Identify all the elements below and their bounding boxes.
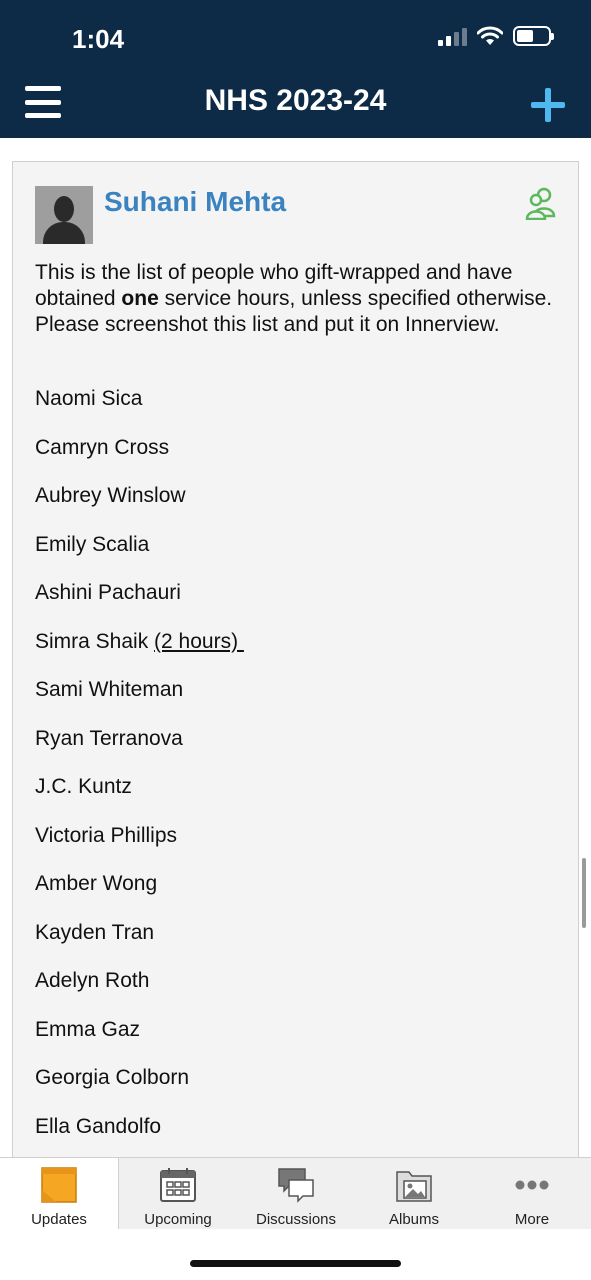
list-item-name: Sami Whiteman	[35, 678, 184, 701]
list-item: Kayden Tran	[35, 921, 565, 970]
list-item-name: Ella Gandolfo	[35, 1114, 162, 1138]
more-dots-icon	[515, 1180, 549, 1190]
scrollbar[interactable]	[582, 858, 586, 928]
list-item-name: Emily Scalia	[35, 532, 150, 556]
volunteer-list: Naomi Sica Camryn Cross Aubrey Winslow E…	[35, 387, 565, 1163]
list-item: Adelyn Roth	[35, 969, 565, 1018]
home-indicator[interactable]	[190, 1260, 401, 1267]
list-item-name: Aubrey Winslow	[35, 484, 186, 507]
list-item-name: Ryan Terranova	[35, 726, 183, 750]
add-post-button[interactable]	[531, 88, 565, 122]
tab-discussions[interactable]: Discussions	[237, 1158, 355, 1229]
status-time: 1:04	[72, 24, 125, 54]
post-body: This is the list of people who gift-wrap…	[35, 260, 565, 338]
tab-label: More	[514, 1211, 550, 1228]
wifi-icon	[477, 26, 503, 45]
list-item-name: Naomi Sica	[35, 387, 143, 410]
list-item: Aubrey Winslow	[35, 484, 565, 533]
list-item-name: Amber Wong	[35, 872, 158, 895]
list-item-name: Simra Shaik	[35, 629, 155, 653]
cellular-signal-icon	[438, 26, 467, 46]
tab-label: Updates	[31, 1211, 87, 1228]
bottom-tab-bar: Updates Upcoming Discussions Albums More	[0, 1157, 591, 1229]
tab-label: Albums	[388, 1211, 440, 1228]
tab-label: Discussions	[255, 1211, 337, 1228]
list-item: Camryn Cross	[35, 436, 565, 485]
top-app-bar: 1:04 NHS 2023-24	[0, 0, 591, 138]
list-item-name: Camryn Cross	[35, 435, 170, 459]
list-item-name: Emma Gaz	[35, 1017, 141, 1041]
page-title: NHS 2023-24	[204, 84, 387, 117]
calendar-icon	[160, 1168, 196, 1202]
chat-bubbles-icon	[278, 1168, 314, 1203]
list-item-name: Adelyn Roth	[35, 969, 150, 992]
list-item: Emma Gaz	[35, 1018, 565, 1067]
list-item-name: Kayden Tran	[35, 920, 155, 944]
sticky-note-icon	[41, 1167, 77, 1203]
list-item: Simra Shaik (2 hours)	[35, 630, 565, 679]
list-item: Victoria Phillips	[35, 824, 565, 873]
post-card: Suhani Mehta This is the list of people …	[12, 161, 579, 1161]
list-item: Naomi Sica	[35, 387, 565, 436]
battery-icon	[513, 26, 554, 46]
post-intro-bold: one	[121, 287, 159, 310]
group-members-icon[interactable]	[524, 186, 558, 220]
list-item: Amber Wong	[35, 872, 565, 921]
list-item: Ella Gandolfo	[35, 1115, 565, 1164]
list-item: Ashini Pachauri	[35, 581, 565, 630]
photo-album-icon	[396, 1171, 432, 1202]
list-item-name: J.C. Kuntz	[35, 775, 132, 798]
list-item-name: Victoria Phillips	[35, 823, 178, 847]
list-item: Sami Whiteman	[35, 678, 565, 727]
list-item: Ryan Terranova	[35, 727, 565, 776]
list-item: Georgia Colborn	[35, 1066, 565, 1115]
list-item-name: Georgia Colborn	[35, 1066, 190, 1089]
tab-label: Upcoming	[144, 1211, 212, 1228]
list-item: J.C. Kuntz	[35, 775, 565, 824]
tab-updates[interactable]: Updates	[0, 1158, 119, 1229]
tab-albums[interactable]: Albums	[355, 1158, 473, 1229]
avatar[interactable]	[35, 186, 93, 244]
tab-more[interactable]: More	[473, 1158, 591, 1229]
tab-upcoming[interactable]: Upcoming	[119, 1158, 237, 1229]
post-author[interactable]: Suhani Mehta	[104, 186, 286, 218]
list-item-name: Ashini Pachauri	[35, 581, 181, 604]
list-item: Emily Scalia	[35, 533, 565, 582]
hours-note-link[interactable]: (2 hours)	[154, 630, 244, 653]
status-icons	[438, 26, 554, 46]
